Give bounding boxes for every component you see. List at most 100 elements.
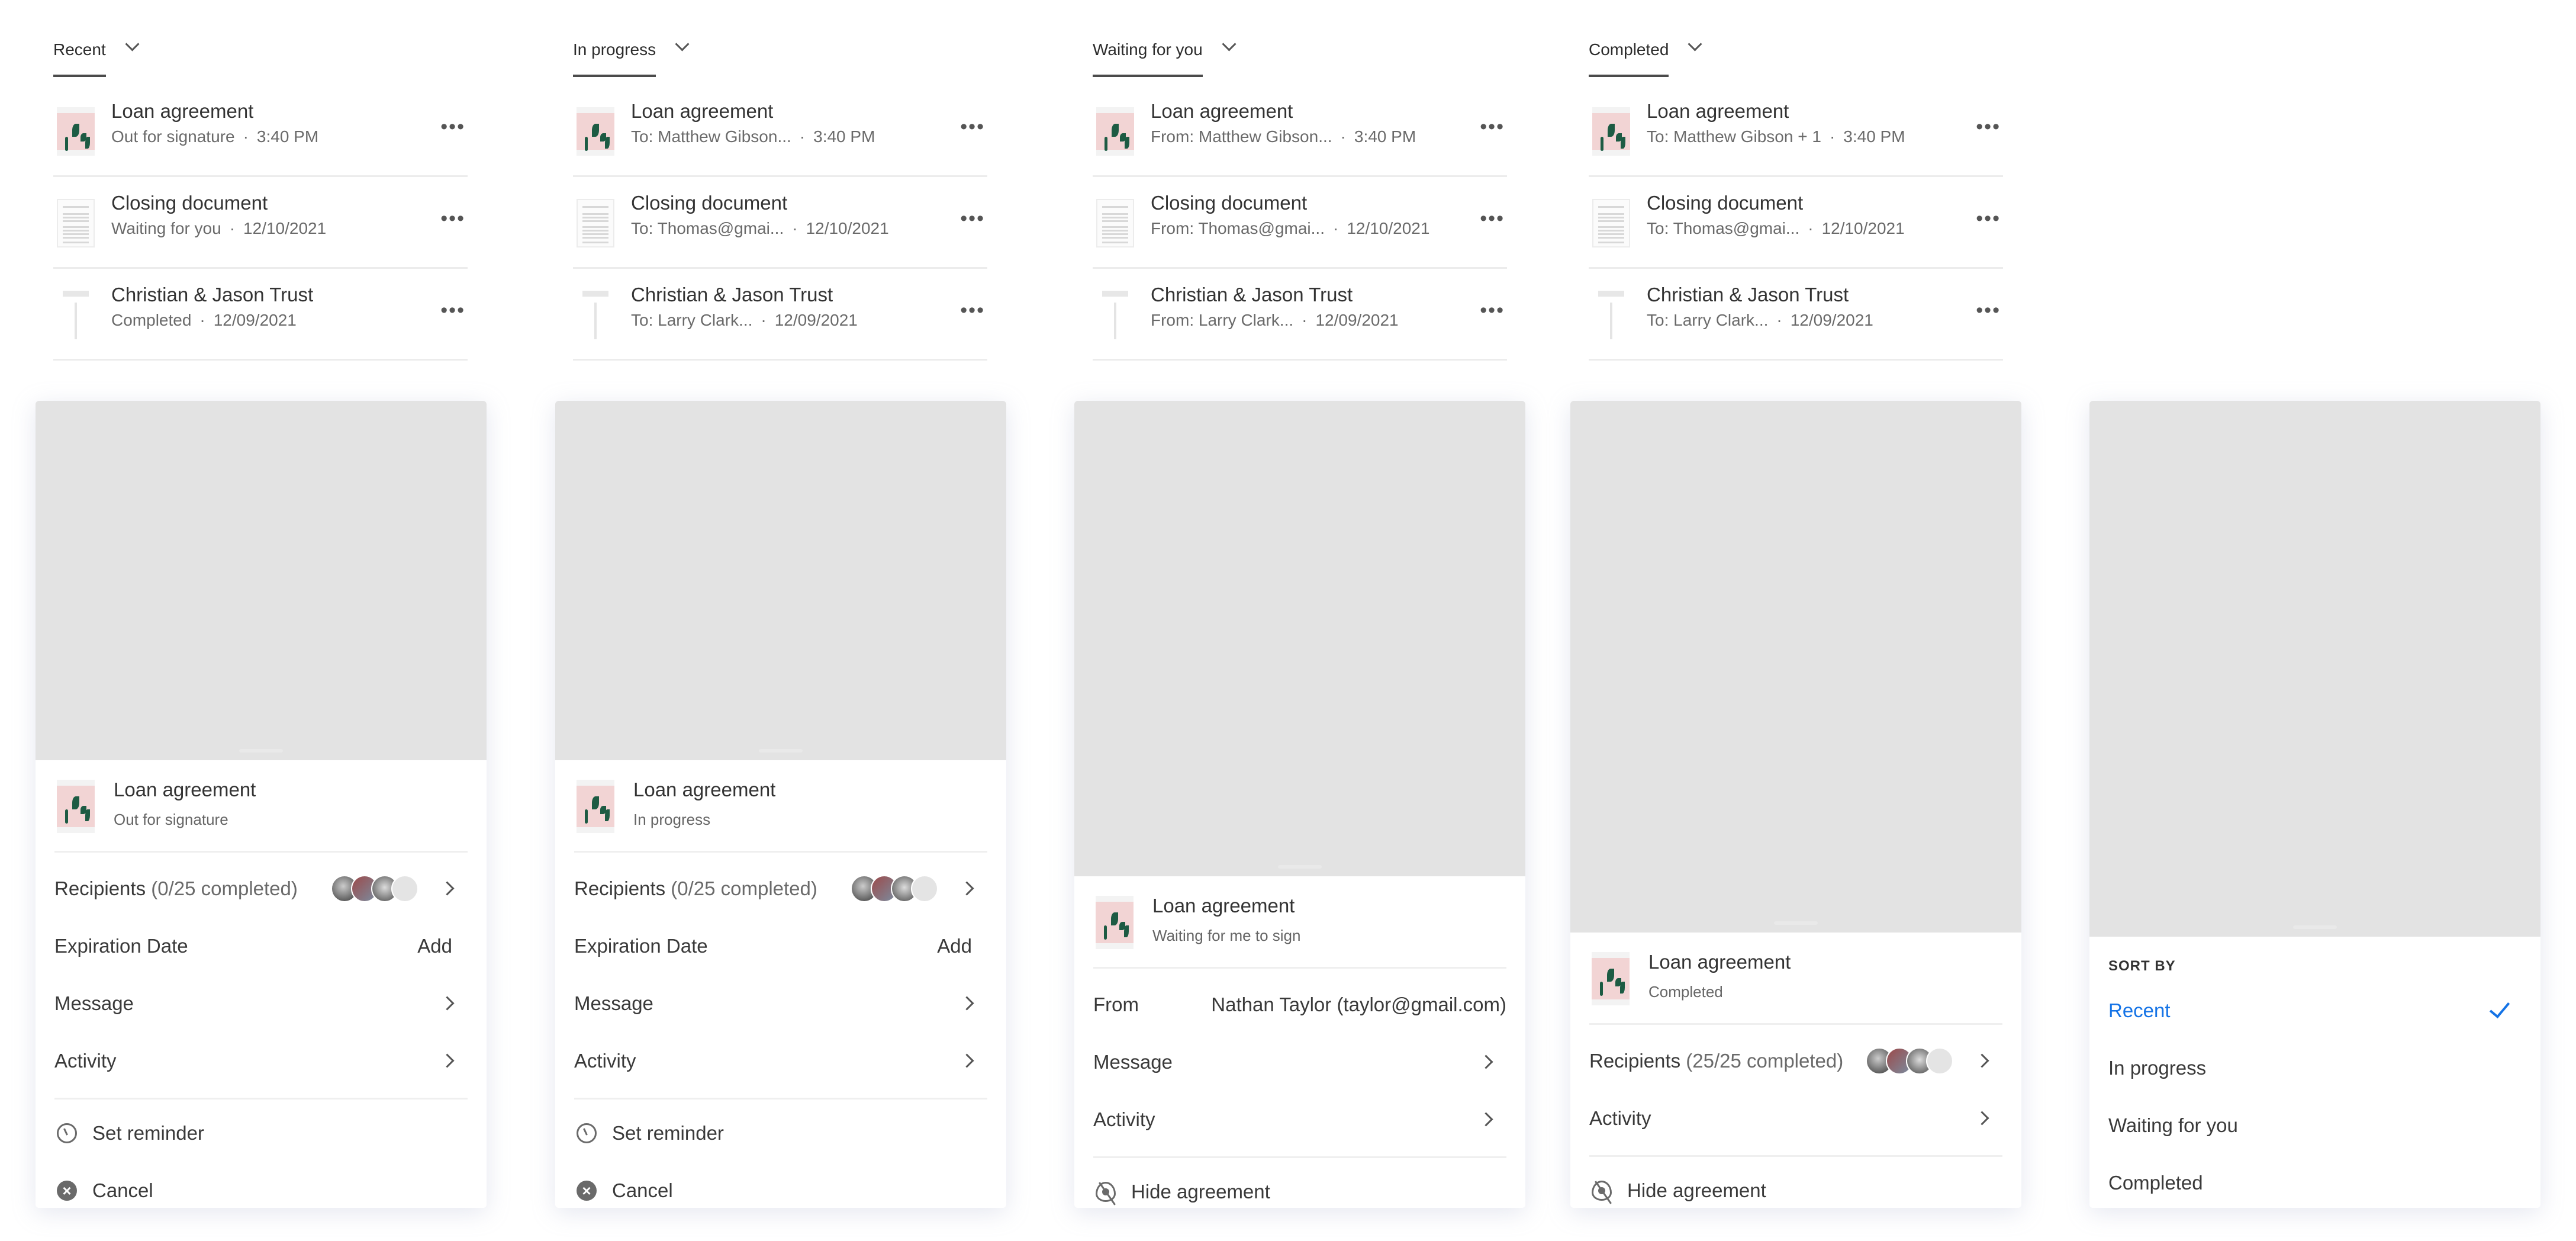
list-item[interactable]: Christian & Jason Trust Completed · 12/09/2… [53,269,468,361]
document-title: Loan agreement [1648,951,1791,973]
action-sheet: Loan agreement In progress Recipients (0… [555,762,1006,1208]
recipient-avatars [851,875,938,902]
cancel-label: Cancel [92,1179,153,1201]
drag-handle[interactable] [2293,925,2337,929]
filter-dropdown[interactable]: Recent [53,34,140,79]
filter-tab-label: Recent [53,34,106,77]
separator-dot: · [1340,127,1346,146]
more-options-icon[interactable]: ••• [1976,299,2001,322]
recipients-item[interactable]: Recipients (0/25 completed) [54,860,468,917]
avatar-placeholder [911,875,938,902]
document-thumbnail [57,199,95,247]
document-thumbnail [577,780,614,833]
separator-dot: · [1302,311,1308,329]
document-status: Waiting for me to sign [1152,927,1301,944]
activity-item[interactable]: Activity [54,1032,468,1089]
document-title: Loan agreement [111,100,254,122]
list-item[interactable]: Loan agreement To: Matthew Gibson + 1 · 3:4… [1589,86,2003,177]
more-options-icon[interactable]: ••• [1480,207,1505,230]
action-sheet: Loan agreement Out for signature Recipie… [36,762,487,1208]
list-item[interactable]: Closing document To: Thomas@gmai... · 12/10… [1589,178,2003,269]
chevron-right-icon [1479,1054,1493,1069]
hide-agreement-button[interactable]: Hide agreement [1093,1163,1506,1208]
activity-item[interactable]: Activity [1093,1091,1506,1148]
more-options-icon[interactable]: ••• [1976,115,2001,139]
from-label: From [1093,993,1139,1015]
drag-handle[interactable] [1774,921,1818,925]
list-item[interactable]: Closing document To: Thomas@gmai... · 12/10… [573,178,987,269]
document-title: Closing document [1151,192,1308,214]
hide-agreement-label: Hide agreement [1131,1180,1270,1203]
more-options-icon[interactable]: ••• [440,115,465,139]
more-options-icon[interactable]: ••• [1480,115,1505,139]
message-item[interactable]: Message [1093,1033,1506,1091]
document-title: Christian & Jason Trust [111,284,314,306]
activity-item[interactable]: Activity [574,1032,987,1089]
document-meta: Waiting for you · 12/10/2021 [111,219,326,238]
more-options-icon[interactable]: ••• [960,207,985,230]
sheet-header: Loan agreement Out for signature [54,762,468,853]
document-status: From: Matthew Gibson... [1151,127,1332,146]
document-title: Christian & Jason Trust [1647,284,1849,306]
avatar-placeholder [391,875,418,902]
add-expiration-button[interactable]: Add [417,935,452,957]
document-thumbnail [1592,199,1630,247]
filter-tab-label: In progress [573,34,656,77]
cancel-button[interactable]: × Cancel [54,1162,468,1208]
add-expiration-button[interactable]: Add [937,935,972,957]
more-options-icon[interactable]: ••• [440,207,465,230]
list-item[interactable]: Closing document From: Thomas@gmai... · 12/… [1093,178,1507,269]
more-options-icon[interactable]: ••• [440,299,465,322]
document-thumbnail [1096,199,1134,247]
eye-off-icon [1096,1181,1116,1202]
drag-handle[interactable] [759,749,803,753]
list-item[interactable]: Closing document Waiting for you · 12/10/20… [53,178,468,269]
document-meta: Completed · 12/09/2021 [111,311,297,330]
set-reminder-button[interactable]: Set reminder [54,1104,468,1162]
sort-option[interactable]: In progress [2108,1039,2522,1097]
separator-dot: · [229,219,236,237]
activity-label: Activity [1589,1107,1651,1129]
cancel-button[interactable]: × Cancel [574,1162,987,1208]
more-options-icon[interactable]: ••• [960,299,985,322]
hide-agreement-button[interactable]: Hide agreement [1589,1162,2002,1208]
recipients-item[interactable]: Recipients (25/25 completed) [1589,1032,2002,1089]
list-item[interactable]: Loan agreement From: Matthew Gibson... · 3:… [1093,86,1507,177]
list-item[interactable]: Christian & Jason Trust From: Larry Clark… [1093,269,1507,361]
document-date: 3:40 PM [1843,127,1905,146]
drag-handle[interactable] [1278,865,1322,869]
recipients-label: Recipients [574,877,666,899]
chevron-down-icon [1688,37,1702,52]
more-options-icon[interactable]: ••• [1480,299,1505,322]
recipients-item[interactable]: Recipients (0/25 completed) [574,860,987,917]
list-item[interactable]: Loan agreement To: Matthew Gibson... · 3:40… [573,86,987,177]
expiration-date-item[interactable]: Expiration Date Add [574,917,987,975]
drag-handle[interactable] [239,749,283,753]
filter-dropdown[interactable]: Completed [1589,34,1702,79]
document-title: Loan agreement [1647,100,1789,122]
expiration-date-item[interactable]: Expiration Date Add [54,917,468,975]
sort-option-label: Waiting for you [2108,1114,2238,1136]
message-item[interactable]: Message [574,975,987,1032]
set-reminder-button[interactable]: Set reminder [574,1104,987,1162]
document-date: 12/10/2021 [243,219,327,237]
separator-dot: · [1829,127,1836,146]
sort-option[interactable]: Completed [2108,1154,2522,1208]
document-thumbnail [577,291,614,339]
document-title: Loan agreement [633,779,776,800]
list-item[interactable]: Loan agreement Out for signature · 3:40 PM •… [53,86,468,177]
sort-option[interactable]: Waiting for you [2108,1097,2522,1154]
sort-option[interactable]: Recent [2108,982,2522,1039]
more-options-icon[interactable]: ••• [1976,207,2001,230]
filter-dropdown[interactable]: Waiting for you [1093,34,1237,79]
document-title: Loan agreement [1151,100,1293,122]
document-thumbnail [1096,291,1134,339]
document-status: To: Matthew Gibson + 1 [1647,127,1821,146]
chevron-down-icon [1222,37,1237,52]
list-item[interactable]: Christian & Jason Trust To: Larry Clark..… [573,269,987,361]
more-options-icon[interactable]: ••• [960,115,985,139]
activity-item[interactable]: Activity [1589,1089,2002,1147]
filter-dropdown[interactable]: In progress [573,34,690,79]
message-item[interactable]: Message [54,975,468,1032]
list-item[interactable]: Christian & Jason Trust To: Larry Clark..… [1589,269,2003,361]
